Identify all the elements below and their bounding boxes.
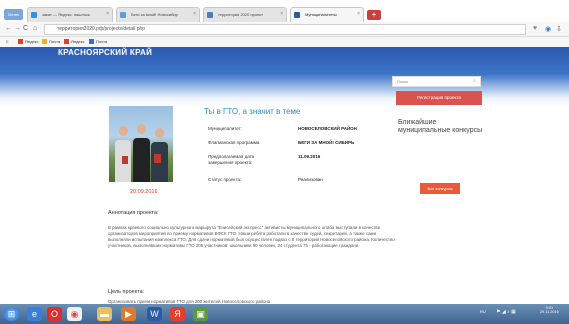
address-bar[interactable]: территория2020.рф/projects/detail.php — [44, 24, 526, 35]
field-label: Предполагаемая дата завершения проекта: — [208, 154, 255, 165]
reload-icon[interactable]: C — [23, 25, 28, 32]
field-label: Флагманская программа — [208, 140, 260, 145]
tab-favicon-icon — [294, 12, 300, 18]
apps-icon[interactable]: ⁝⁝ — [6, 37, 9, 47]
chrome-icon[interactable]: ◉ — [67, 307, 82, 321]
close-icon[interactable]: × — [280, 8, 283, 21]
bookmark-item[interactable]: Яндекс — [64, 37, 84, 47]
word-icon[interactable]: W — [147, 307, 162, 321]
photo-person-head — [155, 128, 164, 138]
download-icon[interactable]: ⇩ — [556, 25, 562, 33]
browser-tab[interactable]: территория 2020 проект × — [203, 7, 287, 22]
all-contests-button[interactable]: Все конкурсы — [420, 183, 460, 194]
bookmark-item[interactable]: Почта — [42, 37, 60, 47]
close-icon[interactable]: × — [193, 8, 196, 21]
yandex-icon[interactable]: Я — [170, 307, 185, 321]
project-title: Ты в ГТО, а значит в теме — [204, 107, 301, 116]
project-photo — [109, 106, 173, 182]
os-taskbar: ⊞ e O ◉ ▬ ▶ W Я ▣ RU ⚑ ◢ ♪ ▦ 9:01 29.11.… — [0, 304, 569, 324]
field-value: БЕГИ ЗА МНОЙ! СИБИРЬ — [298, 140, 355, 145]
field-value: 11.09.2016 — [298, 154, 321, 159]
browser-tab-strip: Меню закат — Яндекс: нашлось × Беги за м… — [0, 0, 569, 22]
bookmark-item[interactable]: Почта — [89, 37, 107, 47]
project-date: 20.09.2016 — [130, 189, 158, 195]
new-tab-button[interactable]: + — [367, 10, 381, 20]
field-label: Муниципалитет: — [208, 126, 242, 131]
browser-tab-active[interactable]: Муниципалитеты × — [290, 7, 364, 22]
browser-tab[interactable]: Беги за мной! Новосибир × — [116, 7, 200, 22]
tab-favicon-icon — [120, 12, 126, 18]
bookmark-favicon-icon — [64, 39, 69, 45]
bookmark-star-icon[interactable]: ♥ — [533, 25, 537, 32]
opera-icon[interactable]: O — [47, 307, 62, 321]
bookmark-favicon-icon — [89, 39, 94, 45]
folder-icon[interactable]: ▬ — [97, 307, 112, 321]
tab-favicon-icon — [207, 12, 213, 18]
bookmark-favicon-icon — [42, 39, 47, 45]
goal-heading: Цель проекта: — [108, 289, 145, 295]
photo-person-head — [137, 124, 146, 134]
browser-menu-button[interactable]: Меню — [4, 9, 23, 20]
close-icon[interactable]: × — [106, 8, 109, 21]
search-input[interactable]: Поиск ⌕ — [392, 76, 481, 87]
field-value: НОВОСЕЛОВСКИЙ РАЙОН — [298, 126, 357, 131]
bookmarks-bar: ⁝⁝ Яндекс Почта Яндекс Почта — [0, 37, 569, 47]
back-icon[interactable]: ← — [5, 25, 12, 32]
clock[interactable]: 9:01 29.11.2016 — [540, 306, 559, 314]
register-project-button[interactable]: Регистрация проекта — [396, 91, 482, 105]
photo-certificate — [154, 154, 161, 163]
photo-viewer-icon[interactable]: ▣ — [193, 307, 208, 321]
url-text: территория2020.рф/projects/detail.php — [57, 26, 146, 32]
bookmark-favicon-icon — [18, 39, 23, 45]
nearby-contests-heading: Ближайшие муниципальные конкурсы — [398, 119, 483, 134]
media-icon[interactable]: ▶ — [121, 307, 136, 321]
browser-tab[interactable]: закат — Яндекс: нашлось × — [27, 7, 113, 22]
tray-icons[interactable]: ⚑ ◢ ♪ ▦ — [496, 309, 516, 315]
browser-toolbar: ← → C ⌂ территория2020.рф/projects/detai… — [0, 22, 569, 37]
field-label: Статус проекта: — [208, 177, 242, 182]
photo-person-head — [119, 126, 128, 136]
bookmark-item[interactable]: Яндекс — [18, 37, 38, 47]
ie-icon[interactable]: e — [27, 307, 42, 321]
extension-icon[interactable]: ◉ — [545, 25, 551, 33]
site-brand[interactable]: КРАСНОЯРСКИЙ КРАЙ — [58, 48, 152, 57]
project-status-value: Реализован — [298, 177, 323, 182]
tab-favicon-icon — [31, 12, 37, 18]
annotation-text: В рамках краевого социально культурного … — [108, 225, 395, 249]
close-icon[interactable]: × — [357, 8, 360, 21]
search-icon[interactable]: ⌕ — [473, 77, 476, 86]
forward-icon[interactable]: → — [14, 25, 21, 32]
photo-certificate — [122, 156, 128, 164]
photo-person — [133, 138, 150, 182]
annotation-heading: Аннотация проекта: — [108, 210, 159, 216]
language-indicator[interactable]: RU — [480, 309, 486, 314]
home-icon[interactable]: ⌂ — [33, 25, 37, 32]
start-orb-icon[interactable]: ⊞ — [3, 307, 20, 321]
